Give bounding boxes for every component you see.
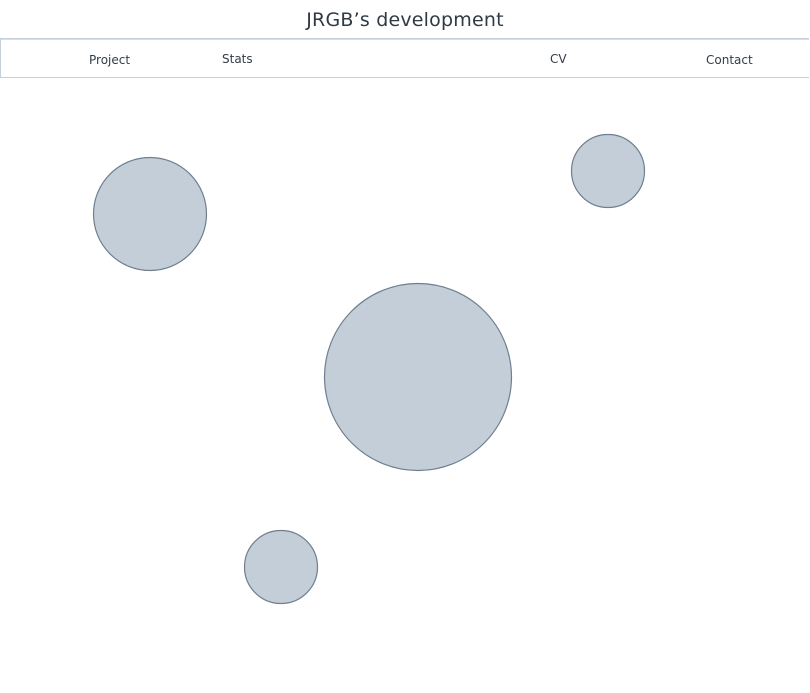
- page: JRGB’s development Project Stats CV Cont…: [0, 0, 810, 693]
- navbar: Project Stats CV Contact: [0, 38, 809, 78]
- nav-item-stats[interactable]: Stats: [222, 52, 253, 66]
- bubble-circle[interactable]: [323, 282, 513, 472]
- nav-item-project[interactable]: Project: [89, 53, 130, 67]
- nav-item-cv[interactable]: CV: [550, 52, 567, 66]
- bubble-circle[interactable]: [243, 529, 319, 605]
- bubble-canvas: [92, 133, 646, 605]
- bubble-circle[interactable]: [570, 133, 646, 209]
- site-title: JRGB’s development: [306, 9, 504, 31]
- bubble-circle[interactable]: [92, 156, 208, 272]
- nav-item-contact[interactable]: Contact: [706, 53, 753, 67]
